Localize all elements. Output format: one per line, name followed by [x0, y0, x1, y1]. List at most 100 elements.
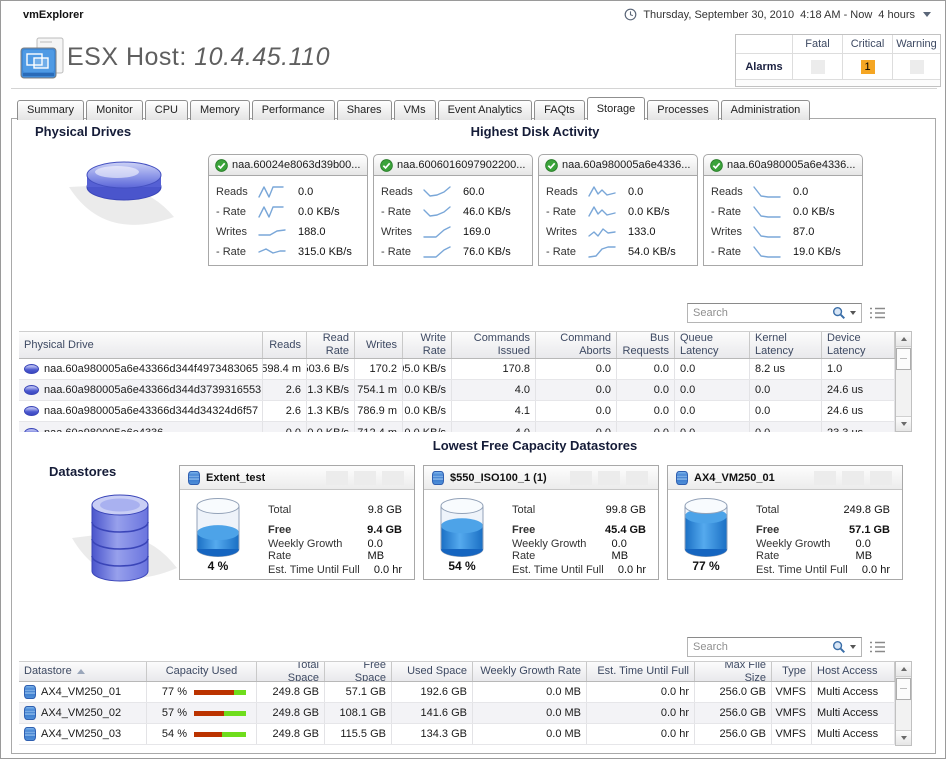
col-max-file-size[interactable]: Max File Size: [695, 662, 772, 681]
scrollbar-thumb[interactable]: [896, 678, 911, 700]
tab-performance[interactable]: Performance: [252, 100, 335, 120]
tab-faqts[interactable]: FAQts: [534, 100, 585, 120]
drive-table-header: Physical Drive Reads Read Rate Writes Wr…: [19, 331, 895, 359]
table-customizer-icon[interactable]: [869, 640, 886, 654]
time-range-selector[interactable]: Thursday, September 30, 2010 4:18 AM - N…: [624, 8, 931, 21]
col-physical-drive[interactable]: Physical Drive: [19, 332, 263, 358]
tab-memory[interactable]: Memory: [190, 100, 250, 120]
search-options-caret[interactable]: [850, 645, 856, 649]
tab-processes[interactable]: Processes: [647, 100, 718, 120]
col-bus-requests[interactable]: Bus Requests: [617, 332, 675, 358]
col-est-time-full[interactable]: Est. Time Until Full: [587, 662, 695, 681]
weekly-growth-value: 0.0 MB: [612, 538, 646, 562]
search-input[interactable]: [688, 639, 832, 655]
header-divider: [11, 88, 937, 89]
critical-count-badge[interactable]: 1: [861, 60, 875, 74]
tab-cpu[interactable]: CPU: [145, 100, 188, 120]
cell-type: VMFS: [772, 703, 812, 723]
col-kernel-latency[interactable]: Kernel Latency: [750, 332, 822, 358]
status-ok-icon: [215, 159, 228, 172]
scroll-down-icon[interactable]: [896, 730, 911, 745]
warning-count-badge[interactable]: [910, 60, 924, 74]
fatal-count-badge[interactable]: [811, 60, 825, 74]
col-weekly-growth[interactable]: Weekly Growth Rate: [473, 662, 587, 681]
datastore-card-header[interactable]: $550_ISO100_1 (1): [424, 466, 658, 490]
col-writes[interactable]: Writes: [355, 332, 403, 358]
tab-monitor[interactable]: Monitor: [86, 100, 143, 120]
scroll-up-icon[interactable]: [896, 662, 911, 677]
col-write-rate[interactable]: Write Rate: [403, 332, 452, 358]
search-icon[interactable]: [832, 306, 846, 320]
sparkline: [423, 224, 453, 240]
datastore-card-header[interactable]: AX4_VM250_01: [668, 466, 902, 490]
disk-card-header[interactable]: naa.6006016097902200...: [373, 154, 533, 176]
sort-asc-icon: [77, 669, 85, 674]
col-device-latency[interactable]: Device Latency: [822, 332, 895, 358]
status-ok-icon: [710, 159, 723, 172]
drive-table-row[interactable]: naa.60a980005a6e43366d344d34324d6f57 2.6…: [19, 401, 895, 422]
tab-storage[interactable]: Storage: [587, 97, 646, 120]
cell-queue-latency: 0.0: [675, 401, 750, 421]
metric-label: Writes: [381, 226, 423, 238]
disk-icon: [24, 364, 39, 374]
est-time-label: Est. Time Until Full: [512, 564, 604, 576]
datastore-table-row[interactable]: AX4_VM250_02 57 % 249.8 GB 108.1 GB 141.…: [19, 703, 895, 724]
tab-vms[interactable]: VMs: [394, 100, 436, 120]
col-type[interactable]: Type: [772, 662, 812, 681]
drive-table-row-clipped[interactable]: naa.60a980005a6e4336 0.0 0.0 KB/s 712.4 …: [19, 422, 895, 432]
col-total-space[interactable]: Total Space: [257, 662, 325, 681]
drive-table-search: [687, 303, 862, 323]
sparkline: [423, 204, 453, 220]
datastore-card: $550_ISO100_1 (1) 54 % Total99.8 GB Free…: [423, 465, 659, 580]
tab-summary[interactable]: Summary: [17, 100, 84, 120]
drive-table-scrollbar[interactable]: [895, 331, 912, 432]
capacity-percent: 54 %: [424, 559, 500, 573]
chevron-down-icon[interactable]: [923, 12, 931, 17]
metric-label: Writes: [216, 226, 258, 238]
datastore-table-row[interactable]: AX4_VM250_01 77 % 249.8 GB 57.1 GB 192.6…: [19, 682, 895, 703]
datastore-card: Extent_test 4 % Total9.8 GB Free9.4 GB W…: [179, 465, 415, 580]
disk-card-header[interactable]: naa.60024e8063d39b00...: [208, 154, 368, 176]
disk-icon: [24, 385, 39, 395]
col-commands-issued[interactable]: Commands Issued: [452, 332, 536, 358]
drive-table-row[interactable]: naa.60a980005a6e43366d344f4973483065 598…: [19, 359, 895, 380]
datastore-icon: [676, 471, 688, 485]
sparkline: [753, 244, 783, 260]
col-reads[interactable]: Reads: [263, 332, 307, 358]
datastore-table-scrollbar[interactable]: [895, 661, 912, 746]
col-datastore[interactable]: Datastore: [19, 662, 147, 681]
datastore-table-header: Datastore Capacity Used Total Space Free…: [19, 661, 895, 682]
weekly-growth-label: Weekly Growth Rate: [756, 538, 856, 562]
tab-event-analytics[interactable]: Event Analytics: [438, 100, 533, 120]
drive-table-row[interactable]: naa.60a980005a6e43366d344d3739316553 2.6…: [19, 380, 895, 401]
search-input[interactable]: [688, 305, 832, 321]
disk-card-body: Reads0.0 - Rate0.0 KB/s Writes87.0 - Rat…: [703, 176, 863, 266]
tab-administration[interactable]: Administration: [721, 100, 811, 120]
capacity-percent: 54 %: [162, 728, 187, 740]
capacity-bar: [194, 690, 246, 695]
datastore-card-header[interactable]: Extent_test: [180, 466, 414, 490]
col-used-space[interactable]: Used Space: [392, 662, 473, 681]
datastore-table-row[interactable]: AX4_VM250_03 54 % 249.8 GB 115.5 GB 134.…: [19, 724, 895, 745]
col-command-aborts[interactable]: Command Aborts: [536, 332, 617, 358]
datastore-name: AX4_VM250_01: [694, 472, 775, 484]
col-capacity-used[interactable]: Capacity Used: [147, 662, 257, 681]
col-queue-latency[interactable]: Queue Latency: [675, 332, 750, 358]
table-customizer-icon[interactable]: [869, 306, 886, 320]
highest-disk-activity-title: Highest Disk Activity: [385, 124, 685, 139]
search-options-caret[interactable]: [850, 311, 856, 315]
est-time-value: 0.0 hr: [618, 564, 646, 576]
cell-weekly-growth: 0.0 MB: [473, 703, 587, 723]
disk-card-header[interactable]: naa.60a980005a6e4336...: [538, 154, 698, 176]
cell-kernel-latency: 8.2 us: [750, 359, 822, 379]
scroll-down-icon[interactable]: [896, 416, 911, 431]
scroll-up-icon[interactable]: [896, 332, 911, 347]
col-read-rate[interactable]: Read Rate: [307, 332, 355, 358]
tab-shares[interactable]: Shares: [337, 100, 392, 120]
weekly-growth-value: 0.0 MB: [368, 538, 402, 562]
disk-card-header[interactable]: naa.60a980005a6e4336...: [703, 154, 863, 176]
col-host-access[interactable]: Host Access: [812, 662, 895, 681]
search-icon[interactable]: [832, 640, 846, 654]
scrollbar-thumb[interactable]: [896, 348, 911, 370]
col-free-space[interactable]: Free Space: [325, 662, 392, 681]
